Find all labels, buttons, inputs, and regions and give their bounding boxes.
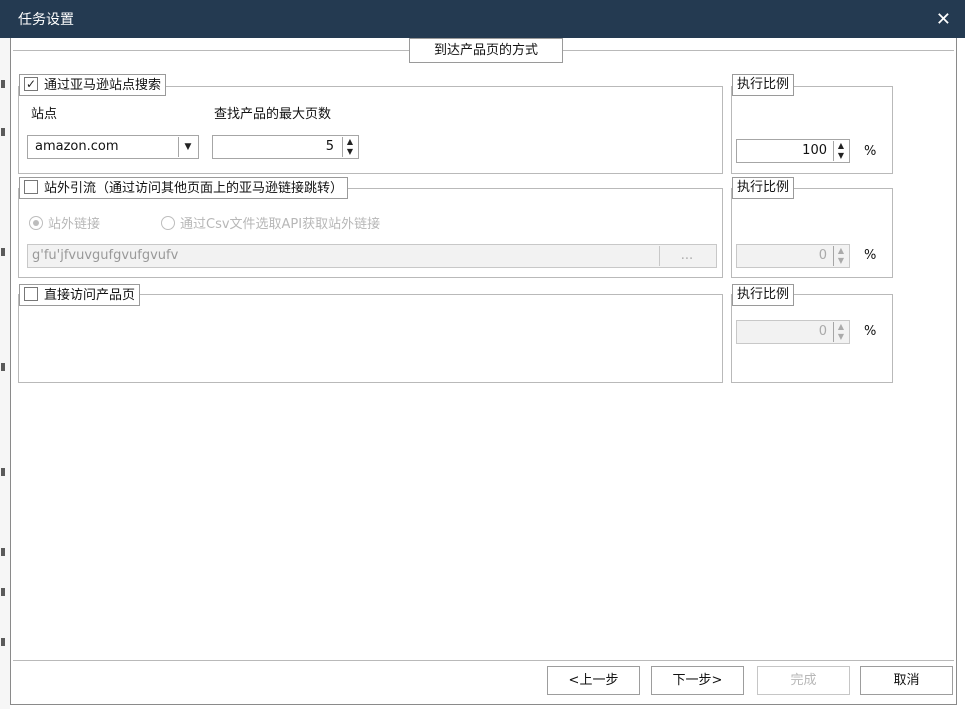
ratio-value-search: 100	[802, 143, 827, 158]
external-url-value: g'fu'jfvuvgufgvufgvufv	[32, 248, 179, 263]
checkbox-icon[interactable]	[24, 180, 38, 194]
checkbox-icon[interactable]	[24, 287, 38, 301]
title-bar: 任务设置 ✕	[0, 0, 965, 38]
search-checkbox-label[interactable]: 通过亚马逊站点搜索	[19, 74, 167, 96]
direct-checkbox-label[interactable]: 直接访问产品页	[19, 284, 141, 306]
external-url-field[interactable]: g'fu'jfvuvgufgvufgvufv ...	[27, 244, 717, 268]
ratio-label: 执行比例	[732, 177, 795, 199]
spinner-icon[interactable]: ▲ ▼	[833, 141, 848, 161]
direct-group	[18, 294, 723, 383]
next-step-button[interactable]: 下一步>	[651, 666, 744, 695]
search-group	[18, 86, 723, 174]
max-pages-label: 查找产品的最大页数	[214, 107, 332, 122]
percent-sign: %	[864, 248, 877, 263]
ratio-stepper-search[interactable]: 100 ▲ ▼	[736, 139, 850, 163]
background-mark	[1, 128, 5, 136]
checkbox-checked-icon[interactable]	[24, 74, 38, 94]
ratio-label: 执行比例	[732, 284, 795, 306]
radio-icon[interactable]	[161, 216, 175, 230]
background-window-edge	[0, 38, 10, 709]
radio-selected-icon[interactable]	[29, 216, 43, 230]
section-title: 到达产品页的方式	[409, 38, 563, 63]
external-link-option[interactable]: 站外链接	[29, 213, 100, 232]
background-mark	[1, 363, 5, 371]
percent-sign: %	[864, 144, 877, 159]
background-mark	[1, 638, 5, 646]
task-settings-dialog: 到达产品页的方式 通过亚马逊站点搜索 站点 查找产品的最大页数 amazon.c…	[10, 38, 957, 705]
chevron-down-icon[interactable]: ▼	[178, 137, 197, 157]
max-pages-value: 5	[325, 139, 334, 154]
browse-button[interactable]: ...	[659, 246, 714, 266]
window-title: 任务设置	[18, 12, 74, 28]
site-select[interactable]: amazon.com ▼	[27, 135, 199, 159]
cancel-button[interactable]: 取消	[860, 666, 953, 695]
finish-button[interactable]: 完成	[757, 666, 850, 695]
background-mark	[1, 80, 5, 88]
close-icon[interactable]: ✕	[936, 9, 951, 30]
ratio-stepper-external[interactable]: 0 ▲ ▼	[736, 244, 850, 268]
max-pages-stepper[interactable]: 5 ▲ ▼	[212, 135, 359, 159]
ratio-stepper-direct[interactable]: 0 ▲ ▼	[736, 320, 850, 344]
spinner-icon[interactable]: ▲ ▼	[342, 137, 357, 157]
background-mark	[1, 548, 5, 556]
ratio-value-external: 0	[818, 248, 827, 263]
site-label: 站点	[31, 107, 58, 122]
percent-sign: %	[864, 324, 877, 339]
spinner-icon[interactable]: ▲ ▼	[833, 322, 848, 342]
external-checkbox-label[interactable]: 站外引流（通过访问其他页面上的亚马逊链接跳转）	[19, 177, 349, 199]
footer-divider	[13, 660, 954, 661]
csv-api-option[interactable]: 通过Csv文件选取API获取站外链接	[161, 213, 380, 232]
site-value: amazon.com	[35, 139, 119, 154]
spinner-icon[interactable]: ▲ ▼	[833, 246, 848, 266]
ratio-value-direct: 0	[818, 324, 827, 339]
background-mark	[1, 588, 5, 596]
ratio-label: 执行比例	[732, 74, 795, 96]
background-mark	[1, 468, 5, 476]
background-mark	[1, 248, 5, 256]
previous-step-button[interactable]: <上一步	[547, 666, 640, 695]
